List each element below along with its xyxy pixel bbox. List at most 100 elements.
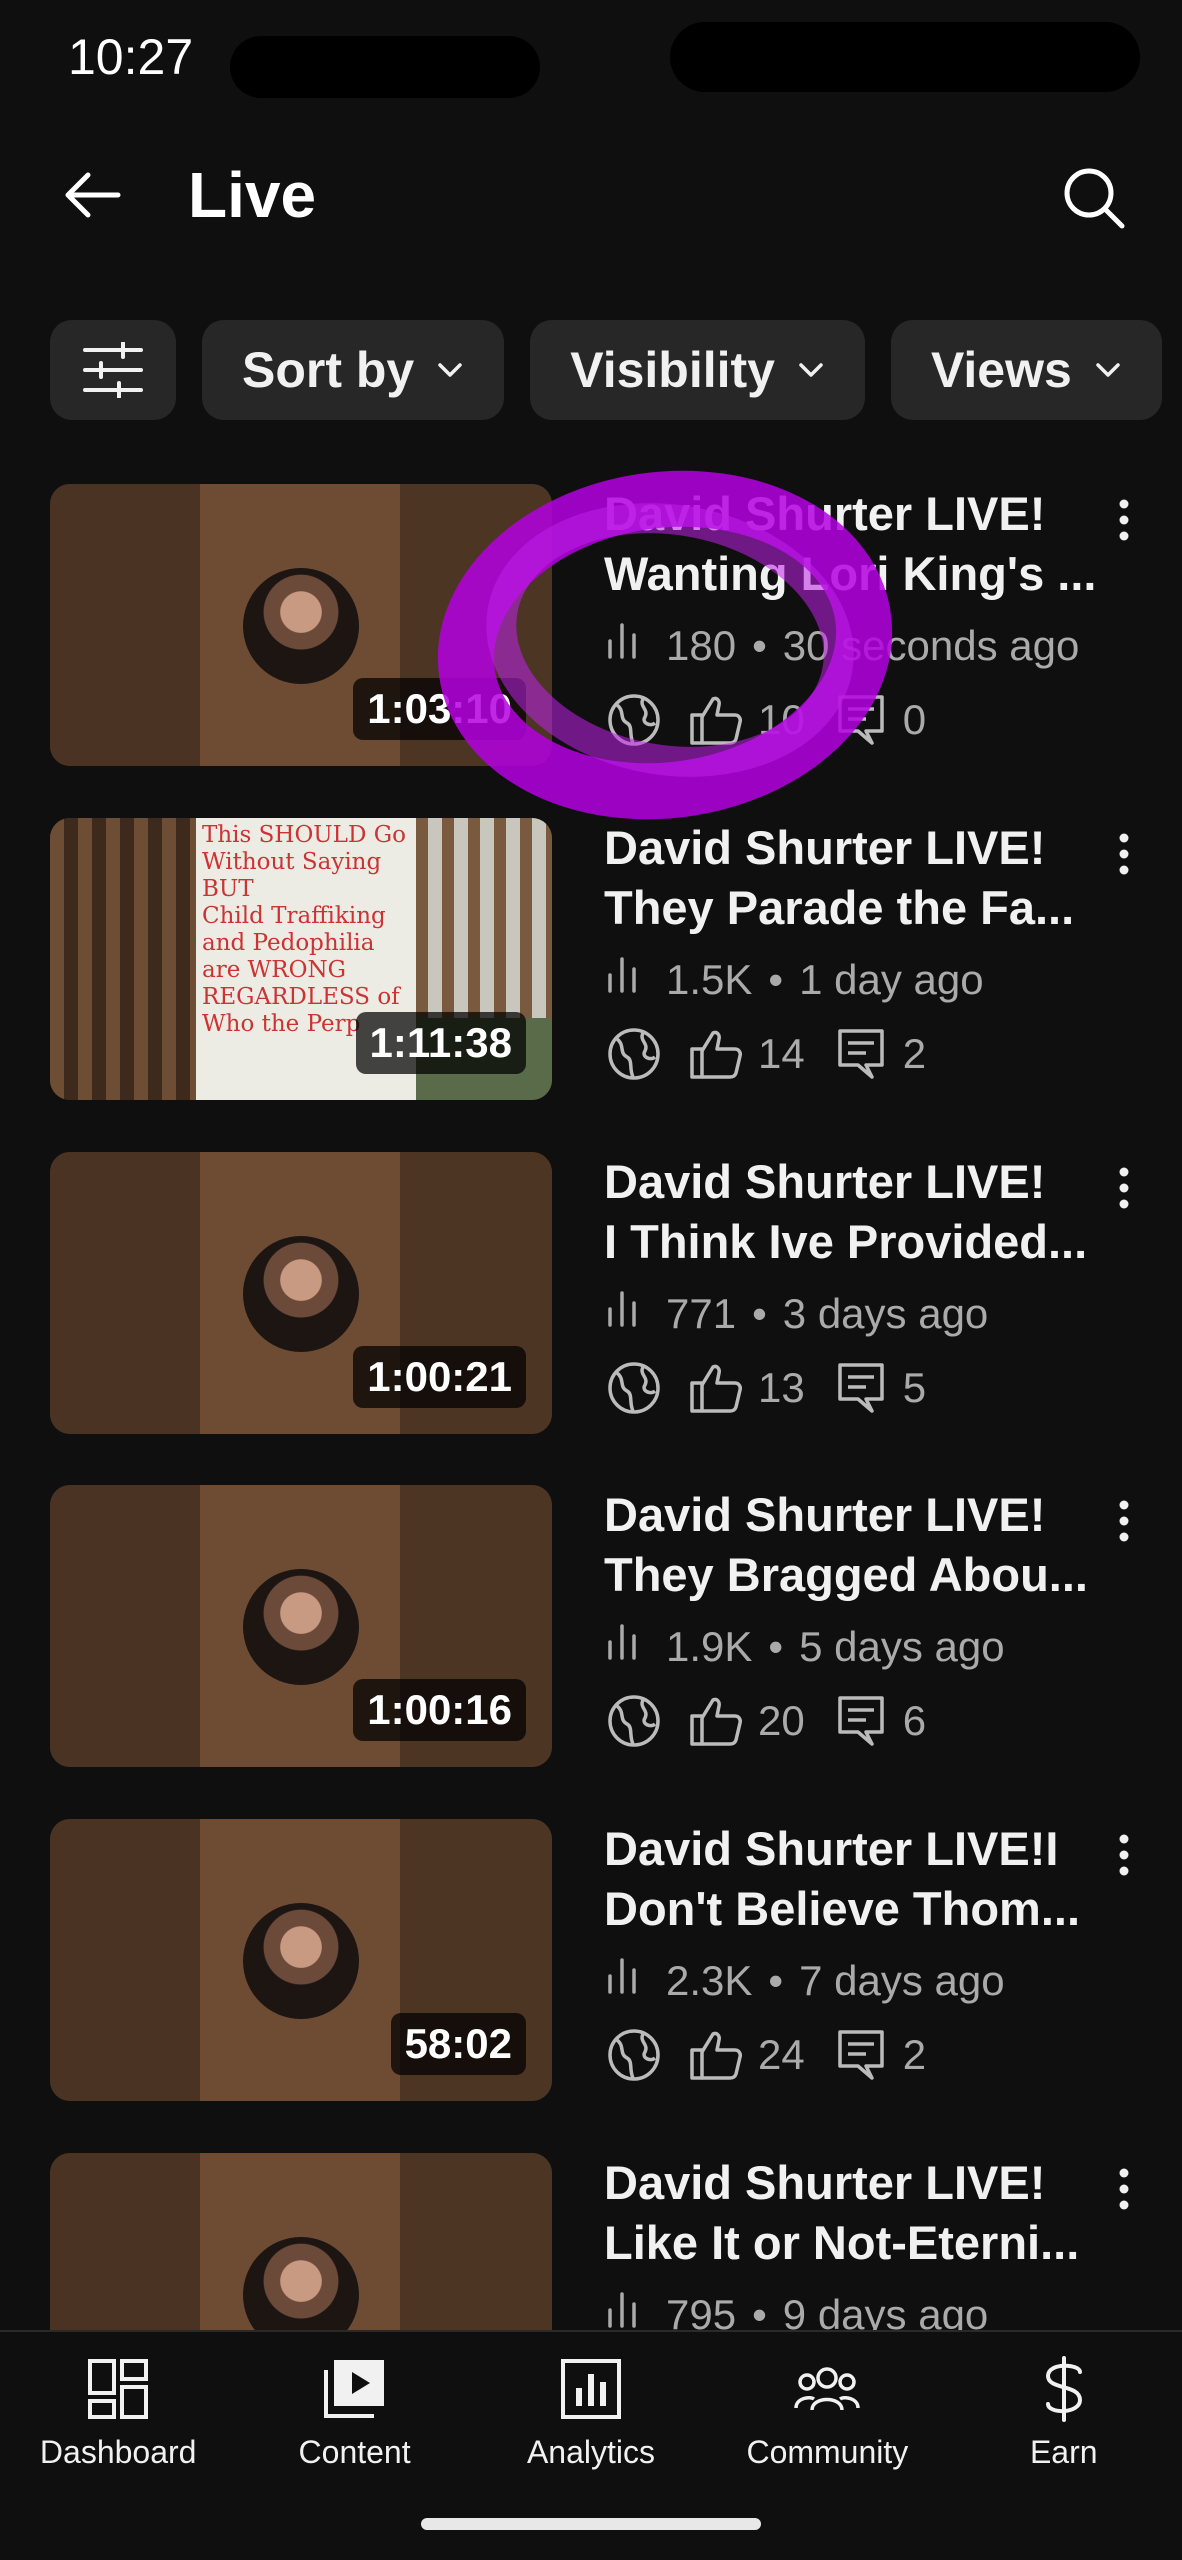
thumbnail-background (400, 2153, 552, 2330)
filter-settings-chip[interactable] (50, 320, 176, 420)
video-info[interactable]: David Shurter LIVE! They Parade the Fa..… (604, 818, 1104, 1084)
app-header: Live (0, 140, 1182, 250)
thumbnail-background (50, 1152, 200, 1434)
video-meta: 2.3K • 7 days ago (604, 1951, 1104, 2011)
video-meta: 771 • 3 days ago (604, 1284, 1104, 1344)
content-play-icon (320, 2354, 390, 2424)
sort-by-label: Sort by (242, 342, 415, 398)
sign-text-line: and Pedophilia (202, 930, 375, 956)
more-options-button[interactable] (1102, 490, 1146, 550)
video-row[interactable]: David Shurter LIVE! Like It or Not-Etern… (0, 2153, 1182, 2330)
globe-public-icon (604, 1691, 664, 1751)
globe-public-icon (604, 690, 664, 750)
video-row[interactable]: 58:02 David Shurter LIVE!I Don't Believe… (0, 1819, 1182, 2101)
views-label: Views (930, 342, 1072, 398)
chevron-down-icon (436, 360, 464, 380)
video-stats: 14 2 (604, 1024, 1104, 1084)
analytics-icon (556, 2354, 626, 2424)
meta-separator: • (752, 1290, 767, 1337)
duration-badge: 1:11:38 (355, 1012, 526, 1074)
view-count: 771 (666, 1290, 737, 1337)
views-bar-icon (604, 2290, 650, 2330)
nav-dashboard[interactable]: Dashboard (0, 2354, 236, 2471)
upload-age: 9 days ago (782, 2291, 989, 2330)
nav-earn[interactable]: Earn (946, 2354, 1182, 2471)
video-info[interactable]: David Shurter LIVE!I Don't Believe Thom.… (604, 1819, 1104, 2085)
back-button[interactable] (52, 160, 132, 230)
video-meta: 1.5K • 1 day ago (604, 950, 1104, 1010)
views-bar-icon (604, 955, 650, 1005)
views-bar-icon (604, 621, 650, 671)
more-options-button[interactable] (1102, 824, 1146, 884)
video-thumbnail[interactable]: 1:00:21 (50, 1152, 552, 1434)
like-count: 10 (758, 696, 805, 743)
chevron-down-icon (797, 360, 825, 380)
duration-badge: 1:03:10 (353, 678, 526, 740)
video-row[interactable]: 1:00:21 David Shurter LIVE! I Think Ive … (0, 1152, 1182, 1434)
video-title-line: David Shurter LIVE! (604, 1488, 1046, 1541)
views-bar-icon (604, 1622, 650, 1672)
more-options-button[interactable] (1102, 1825, 1146, 1885)
more-options-button[interactable] (1102, 2159, 1146, 2219)
sign-text-line: Without Saying BUT (202, 849, 382, 902)
video-title-line: David Shurter LIVE! (604, 2156, 1046, 2209)
comment-count: 5 (902, 1364, 927, 1411)
creator-face (243, 1236, 359, 1352)
sign-text-line: Child Traffiking (202, 903, 386, 929)
video-row[interactable]: This SHOULD Go Without Saying BUT Child Tr… (0, 818, 1182, 1100)
duration-badge: 1:00:21 (353, 1346, 526, 1408)
video-thumbnail[interactable]: 58:02 (50, 1819, 552, 2101)
visibility-chip[interactable]: Visibility (530, 320, 865, 420)
video-list: 1:03:10 David Shurter LIVE! Wanting Lori… (0, 484, 1182, 2330)
video-row[interactable]: 1:00:16 David Shurter LIVE! They Bragged… (0, 1485, 1182, 1767)
video-meta: 795 • 9 days ago (604, 2285, 1104, 2330)
nav-community[interactable]: Community (709, 2354, 945, 2471)
video-stats: 20 6 (604, 1691, 1104, 1751)
video-thumbnail[interactable]: 1:00:16 (50, 1485, 552, 1767)
video-thumbnail[interactable]: This SHOULD Go Without Saying BUT Child Tr… (50, 818, 552, 1100)
home-indicator[interactable] (421, 2518, 761, 2530)
views-chip[interactable]: Views (890, 320, 1162, 420)
dashboard-icon (83, 2354, 153, 2424)
community-icon (792, 2354, 862, 2424)
video-title-line: They Parade the Fa... (604, 881, 1075, 934)
video-info[interactable]: David Shurter LIVE! Wanting Lori King's … (604, 484, 1104, 750)
like-count: 13 (758, 1364, 805, 1411)
video-title-line: I Think Ive Provided... (604, 1215, 1088, 1268)
upload-age: 1 day ago (799, 956, 984, 1003)
duration-badge: 58:02 (390, 2013, 526, 2075)
nav-content[interactable]: Content (237, 2354, 473, 2471)
thumbs-up-icon (686, 1358, 746, 1418)
video-thumbnail[interactable]: 1:03:10 (50, 484, 552, 766)
nav-analytics[interactable]: Analytics (473, 2354, 709, 2471)
video-title-line: David Shurter LIVE! (604, 1155, 1046, 1208)
thumbnail-background (50, 484, 200, 766)
more-options-button[interactable] (1102, 1158, 1146, 1218)
thumbnail-railing (416, 818, 552, 1018)
video-info[interactable]: David Shurter LIVE! They Bragged Abou...… (604, 1485, 1104, 1751)
upload-age: 5 days ago (799, 1623, 1005, 1670)
sort-by-chip[interactable]: Sort by (202, 320, 505, 420)
arrow-left-icon (65, 172, 121, 218)
video-info[interactable]: David Shurter LIVE! I Think Ive Provided… (604, 1152, 1104, 1418)
nav-label: Content (298, 2434, 411, 2470)
thumbnail-background (50, 1819, 200, 2101)
redaction-mark (230, 36, 540, 98)
thumbnail-railing (50, 818, 200, 1100)
creator-face (243, 1569, 359, 1685)
search-button[interactable] (1054, 158, 1134, 238)
video-title-line: Wanting Lori King's ... (604, 547, 1097, 600)
video-title-line: Like It or Not-Eterni... (604, 2216, 1080, 2269)
video-info[interactable]: David Shurter LIVE! Like It or Not-Etern… (604, 2153, 1104, 2330)
more-options-button[interactable] (1102, 1491, 1146, 1551)
chevron-down-icon (1094, 360, 1122, 380)
meta-separator: • (768, 956, 784, 1003)
kebab-menu-icon (1119, 1834, 1129, 1876)
sign-text-line: This SHOULD Go (202, 822, 406, 848)
nav-label: Earn (1029, 2434, 1098, 2470)
video-row[interactable]: 1:03:10 David Shurter LIVE! Wanting Lori… (0, 484, 1182, 766)
views-bar-icon (604, 1956, 650, 2006)
thumbnail-background (50, 1485, 200, 1767)
view-count: 1.5K (666, 956, 753, 1003)
video-thumbnail[interactable] (50, 2153, 552, 2330)
